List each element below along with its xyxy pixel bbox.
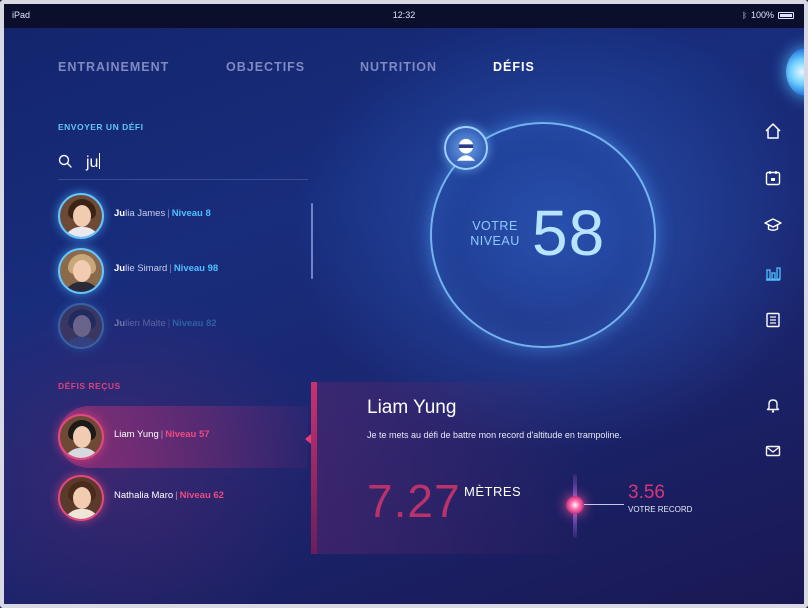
nav-stats[interactable] [764, 264, 786, 286]
friend-result[interactable]: Julia James | Niveau 8 [58, 193, 298, 239]
nav-learning[interactable] [764, 216, 786, 238]
avatar [58, 248, 104, 294]
friend-label: Julien Malte | Niveau 82 [114, 318, 217, 329]
tab-nutrition[interactable]: NUTRITION [360, 60, 493, 74]
ninja-badge-icon [444, 126, 488, 170]
challenge-value: 7.27 [367, 475, 461, 527]
nav-home[interactable] [764, 122, 786, 144]
record-label: VOTRE RECORD [628, 505, 693, 514]
challenger-name: Liam Yung [367, 397, 457, 418]
tab-objectifs[interactable]: OBJECTIFS [226, 60, 360, 74]
friend-label: Julia James | Niveau 8 [114, 208, 211, 219]
level-label: VOTRE NIVEAU [470, 219, 520, 248]
friend-label: Julie Simard | Niveau 98 [114, 263, 219, 274]
status-right: ᛒ 100% [742, 10, 794, 20]
received-challenge-item[interactable]: Nathalia Maro | Niveau 62 [58, 475, 298, 521]
text-caret [99, 153, 101, 169]
challenge-label: Liam Yung | Niveau 57 [114, 429, 210, 440]
results-scrollbar[interactable] [311, 203, 313, 279]
document-icon [766, 312, 780, 328]
home-icon [765, 123, 781, 139]
main-tabs: ENTRAINEMENT OBJECTIFS NUTRITION DÉFIS [58, 60, 535, 74]
graduation-cap-icon [764, 218, 782, 231]
bar-chart-icon [766, 267, 781, 281]
challenge-unit: MÈTRES [464, 484, 522, 499]
challenge-message: Je te mets au défi de battre mon record … [367, 430, 622, 440]
selection-pointer [305, 434, 311, 444]
friend-result[interactable]: Julie Simard | Niveau 98 [58, 248, 298, 294]
friend-result[interactable]: Julien Malte | Niveau 82 [58, 303, 298, 349]
tab-entrainement[interactable]: ENTRAINEMENT [58, 60, 226, 74]
record-connector [584, 504, 624, 505]
search-input[interactable]: ju [58, 150, 308, 180]
avatar [58, 475, 104, 521]
profile-button[interactable] [786, 48, 808, 96]
avatar [58, 193, 104, 239]
challenge-label: Nathalia Maro | Niveau 62 [114, 490, 224, 501]
nav-calendar[interactable] [764, 169, 786, 191]
search-icon [58, 154, 72, 168]
tab-defis[interactable]: DÉFIS [493, 60, 535, 74]
battery-icon [778, 11, 794, 19]
avatar [58, 414, 104, 460]
received-challenge-item[interactable]: Liam Yung | Niveau 57 [58, 406, 308, 468]
search-value: ju [86, 154, 99, 171]
level-value: 58 [532, 197, 606, 269]
app-screen: iPad 12:32 ᛒ 100% ENTRAINEMENT OBJECTIFS… [0, 0, 808, 608]
calendar-icon [765, 171, 781, 186]
status-bar: iPad 12:32 ᛒ 100% [0, 0, 808, 28]
clock: 12:32 [392, 10, 416, 20]
record-value: 3.56 [628, 482, 665, 503]
avatar [58, 303, 104, 349]
nav-documents[interactable] [764, 311, 786, 333]
received-challenges-title: DÉFIS REÇUS [58, 381, 121, 391]
send-challenge-title: ENVOYER UN DÉFI [58, 122, 144, 132]
bluetooth-icon: ᛒ [742, 10, 747, 20]
challenge-detail-accent [311, 382, 317, 554]
battery-percent: 100% [750, 10, 774, 20]
record-slider-handle[interactable] [566, 496, 584, 514]
